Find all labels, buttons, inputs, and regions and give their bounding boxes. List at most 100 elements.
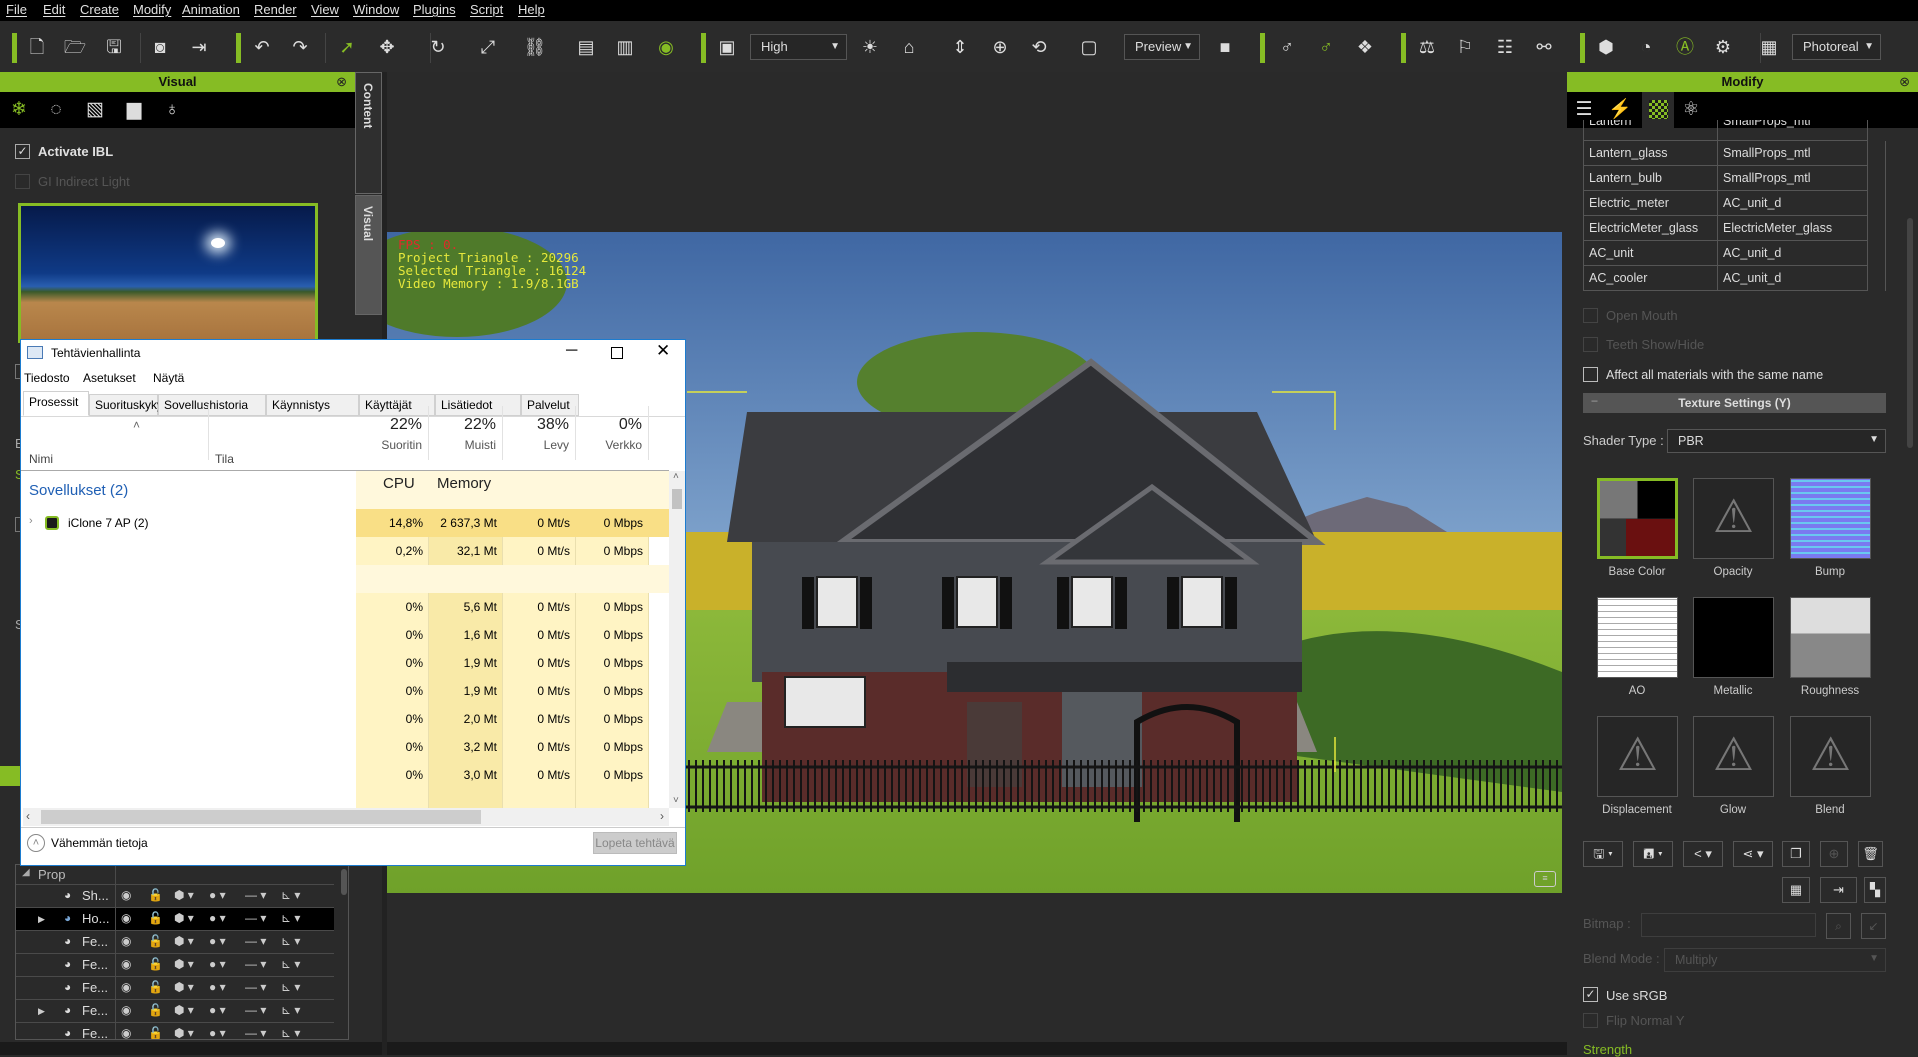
paste-button[interactable]: ⊕ [1820, 841, 1848, 867]
menu-view[interactable]: View [311, 2, 339, 17]
menu-tiedosto[interactable]: Tiedosto [24, 371, 70, 385]
sun-icon[interactable]: ☀ [858, 35, 882, 59]
redo-icon[interactable]: ↷ [288, 35, 312, 59]
checker-button[interactable]: ▚ [1864, 877, 1886, 903]
material-sphere-icon[interactable]: ● ▾ [209, 1026, 226, 1039]
cube-icon[interactable]: ⬢ ▾ [174, 957, 194, 971]
delete-button[interactable]: 🗑 [1858, 841, 1883, 867]
scroll-thumb[interactable] [672, 489, 682, 509]
process-row[interactable]: 0% 3,0 Mt 0 Mt/s 0 Mbps [21, 761, 669, 789]
eye-icon[interactable]: ◉ [121, 934, 131, 948]
tab-käynnistys[interactable]: Käynnistys [266, 394, 359, 416]
cube-icon[interactable]: ⬢ ▾ [174, 980, 194, 994]
side-tab-visual[interactable]: Visual [355, 195, 382, 315]
eye-icon[interactable]: ◉ [121, 1003, 131, 1017]
process-row[interactable]: 0% 1,9 Mt 0 Mt/s 0 Mbps [21, 677, 669, 705]
shape-icon[interactable]: ⊾ ▾ [281, 888, 300, 902]
new-project-icon[interactable]: 🗋 [25, 35, 49, 59]
texture-slot-ao[interactable] [1597, 597, 1678, 678]
process-row[interactable]: 0% 1,9 Mt 0 Mt/s 0 Mbps [21, 649, 669, 677]
motion-icon[interactable]: ⚡ [1608, 98, 1632, 122]
lock-icon[interactable]: 🔓 [148, 980, 163, 994]
line-icon[interactable]: — ▾ [245, 911, 266, 925]
visibility-eye-icon[interactable]: ◉ [654, 35, 678, 59]
process-row[interactable]: 0% 5,6 Mt 0 Mt/s 0 Mbps [21, 593, 669, 621]
outliner-group-row[interactable]: ◢ Prop [16, 865, 116, 884]
maximize-button[interactable] [611, 347, 623, 359]
save-texture-button[interactable]: 🖫 ▾ [1583, 841, 1623, 867]
save-icon[interactable]: 🖫 [102, 35, 126, 59]
blend-mode-dropdown[interactable]: Multiply ▼ [1664, 948, 1886, 972]
column-disk[interactable]: 38% Levy [503, 406, 576, 460]
tab-prosessit[interactable]: Prosessit [23, 391, 89, 416]
rotate-icon[interactable]: ↻ [426, 35, 450, 59]
sliders-icon[interactable]: ⚙ [1711, 35, 1735, 59]
texture-slot-metallic[interactable] [1693, 597, 1774, 678]
lock-icon[interactable]: 🔓 [148, 957, 163, 971]
material-row[interactable]: ElectricMeter_glass ElectricMeter_glass [1583, 216, 1868, 241]
outliner-row[interactable]: ◕ Fe... ◉ 🔓 ⬢ ▾ ● ▾ — ▾ ⊾ ▾ [16, 977, 334, 1000]
scroll-thumb[interactable] [41, 810, 481, 824]
prop-active-icon[interactable]: ♂ [1314, 35, 1338, 59]
home-camera-icon[interactable]: ⌂ [897, 35, 921, 59]
line-icon[interactable]: — ▾ [245, 1026, 266, 1039]
chevron-up-circle-icon[interactable]: ˄ [27, 834, 45, 852]
camera-icon[interactable]: ■ [1213, 35, 1237, 59]
ibl-hdri-preview[interactable] [18, 203, 318, 343]
process-row[interactable]: 0% 3,2 Mt 0 Mt/s 0 Mbps [21, 733, 669, 761]
line-icon[interactable]: — ▾ [245, 888, 266, 902]
move-icon[interactable]: ✥ [375, 35, 399, 59]
material-row[interactable]: Lantern_glass SmallProps_mtl [1583, 141, 1868, 166]
close-button[interactable]: ✕ [656, 341, 670, 361]
line-icon[interactable]: — ▾ [245, 934, 266, 948]
column-name[interactable]: Nimi [29, 452, 53, 466]
sliders-icon[interactable]: ☰ [1572, 98, 1596, 122]
expand-triangle-icon[interactable]: ▶ [38, 1006, 45, 1017]
settings-list-icon[interactable]: ☷ [1493, 35, 1517, 59]
line-icon[interactable]: — ▾ [245, 980, 266, 994]
light-icon[interactable]: ♁ [160, 98, 184, 122]
texture-slot-displacement[interactable]: ⚠ [1597, 716, 1678, 797]
expand-chevron-icon[interactable]: › [29, 515, 33, 527]
expand-triangle-icon[interactable]: ▶ [38, 914, 45, 925]
menu-script[interactable]: Script [470, 2, 503, 17]
bitmap-input[interactable] [1641, 913, 1816, 937]
edit-bitmap-button[interactable]: ↙ [1861, 913, 1886, 939]
outliner-row[interactable]: ◕ Fe... ◉ 🔓 ⬢ ▾ ● ▾ — ▾ ⊾ ▾ [16, 1023, 334, 1039]
undo-icon[interactable]: ↶ [250, 35, 274, 59]
column-cpu[interactable]: 22% Suoritin [356, 406, 429, 460]
comment-icon[interactable]: ≡ [1534, 871, 1556, 887]
menu-plugins[interactable]: Plugins [413, 2, 456, 17]
menu-help[interactable]: Help [518, 2, 545, 17]
image-icon[interactable]: ▧ [83, 98, 107, 122]
panel-scrollbar[interactable] [1907, 218, 1913, 448]
shape-icon[interactable]: ⊾ ▾ [281, 1003, 300, 1017]
menu-nayta[interactable]: Näytä [153, 371, 184, 385]
lock-icon[interactable]: 🔓 [148, 1003, 163, 1017]
align-icon[interactable]: ▤ [574, 35, 598, 59]
save-as-button[interactable]: 🖪 ▾ [1633, 841, 1673, 867]
close-icon[interactable]: ⊗ [336, 72, 347, 92]
lock-icon[interactable]: 🔓 [148, 911, 163, 925]
close-icon[interactable]: ⊗ [1899, 72, 1910, 92]
atom-physics-icon[interactable]: ⚛ [1679, 98, 1703, 122]
texture-settings-header[interactable]: − Texture Settings (Y) [1583, 393, 1886, 413]
lock-icon[interactable]: 🔓 [148, 934, 163, 948]
atmosphere-icon[interactable]: ◌ [44, 98, 68, 122]
search-motion-icon[interactable]: ◔ [1634, 35, 1658, 59]
layout-icon[interactable]: ▣ [715, 35, 739, 59]
outliner-row[interactable]: ▶ ◕ Fe... ◉ 🔓 ⬢ ▾ ● ▾ — ▾ ⊾ ▾ [16, 1000, 334, 1023]
multi-cube-icon[interactable]: ❖ [1353, 35, 1377, 59]
orbit-icon[interactable]: ⟲ [1027, 35, 1051, 59]
outliner-row[interactable]: ◕ Sh... ◉ 🔓 ⬢ ▾ ● ▾ — ▾ ⊾ ▾ [16, 885, 334, 908]
layer-icon[interactable]: ▆ [122, 98, 146, 122]
material-sphere-icon[interactable]: ● ▾ [209, 888, 226, 902]
character-icon[interactable]: ⚖ [1415, 35, 1439, 59]
link-node-icon[interactable]: ⚯ [1532, 35, 1556, 59]
material-sphere-icon[interactable]: ● ▾ [209, 957, 226, 971]
auto-icon[interactable]: Ⓐ [1673, 35, 1697, 59]
texture-slot-bump[interactable] [1790, 478, 1871, 559]
process-row[interactable]: 0% 2,0 Mt 0 Mt/s 0 Mbps [21, 705, 669, 733]
browse-bitmap-button[interactable]: ⌕ [1826, 913, 1851, 939]
link-icon[interactable]: ⛓ [523, 35, 547, 59]
